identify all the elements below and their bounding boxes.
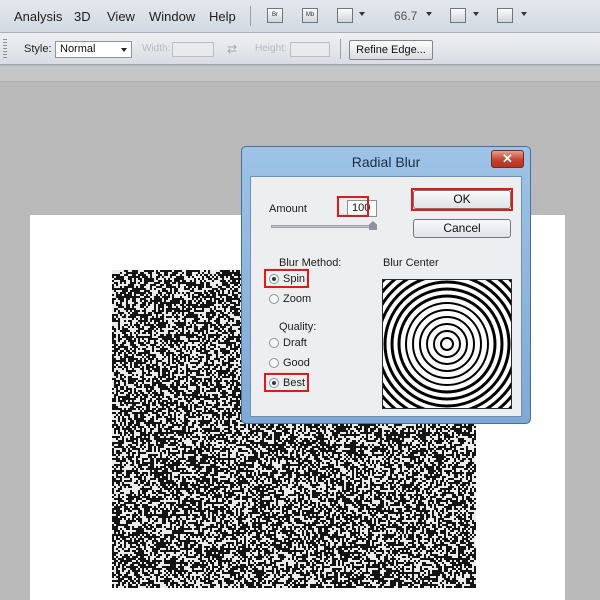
menu-separator [250,6,251,26]
grip-handle[interactable] [3,39,7,59]
style-select[interactable]: Normal [55,41,132,58]
menu-help[interactable]: Help [209,9,236,24]
menu-3d[interactable]: 3D [74,9,91,24]
swap-icon[interactable]: ⇄ [227,42,237,56]
menu-bar: Analysis 3D View Window Help Br Mb 66.7 [0,0,600,33]
chevron-down-icon[interactable] [426,12,432,16]
draft-radio[interactable] [269,338,279,348]
mini-bridge-button[interactable]: Mb [302,8,318,23]
chevron-down-icon[interactable] [473,12,479,16]
cancel-button[interactable]: Cancel [413,219,511,238]
highlight-box [264,373,309,392]
blur-ring [433,330,461,358]
amount-label: Amount [269,203,307,215]
blur-ring [383,280,511,408]
zoom-label[interactable]: Zoom [283,293,311,305]
blur-center-label: Blur Center [383,257,439,269]
style-label: Style: [24,43,52,55]
good-label[interactable]: Good [283,357,310,369]
width-label: Width: [142,43,171,54]
blur-ring [390,287,504,401]
options-bar: Style: Normal Width: ⇄ Height: Refine Ed… [0,33,600,65]
quality-label: Quality: [279,321,317,333]
chevron-down-icon[interactable] [359,12,365,16]
view-extras-icon[interactable] [337,8,353,23]
radial-rings-icon [383,280,511,408]
highlight-box [337,196,369,217]
menu-analysis[interactable]: Analysis [14,9,62,24]
blur-center-preview[interactable] [382,279,512,409]
style-select-value: Normal [60,43,96,55]
blur-ring [412,309,482,379]
menu-view[interactable]: View [107,9,135,24]
bridge-button[interactable]: Br [267,8,283,23]
dialog-title: Radial Blur [351,154,421,170]
height-label: Height: [255,43,287,54]
highlight-box [411,188,513,211]
chevron-down-icon [121,48,127,52]
blur-ring [405,302,489,386]
arrange-documents-icon[interactable] [450,8,466,23]
screen-mode-icon[interactable] [497,8,513,23]
close-button[interactable]: ✕ [491,150,524,168]
dialog-body: Amount 100 OK Cancel Blur Method: Spin Z… [250,176,522,417]
zoom-radio[interactable] [269,294,279,304]
good-radio[interactable] [269,358,279,368]
zoom-level[interactable]: 66.7 [394,9,417,23]
menu-window[interactable]: Window [149,9,195,24]
document-tab-strip [0,66,600,82]
radial-blur-dialog: Radial Blur ✕ Amount 100 OK Cancel Blur … [241,146,531,424]
amount-slider[interactable] [271,225,375,228]
width-field[interactable] [172,42,214,57]
draft-label[interactable]: Draft [283,337,307,349]
options-separator [340,39,341,59]
blur-ring [440,337,454,351]
chevron-down-icon[interactable] [521,12,527,16]
height-field[interactable] [290,42,330,57]
blur-method-label: Blur Method: [279,257,342,269]
blur-ring [419,316,475,372]
highlight-box [264,269,309,288]
amount-slider-thumb[interactable] [369,221,377,230]
refine-edge-button[interactable]: Refine Edge... [349,40,433,60]
